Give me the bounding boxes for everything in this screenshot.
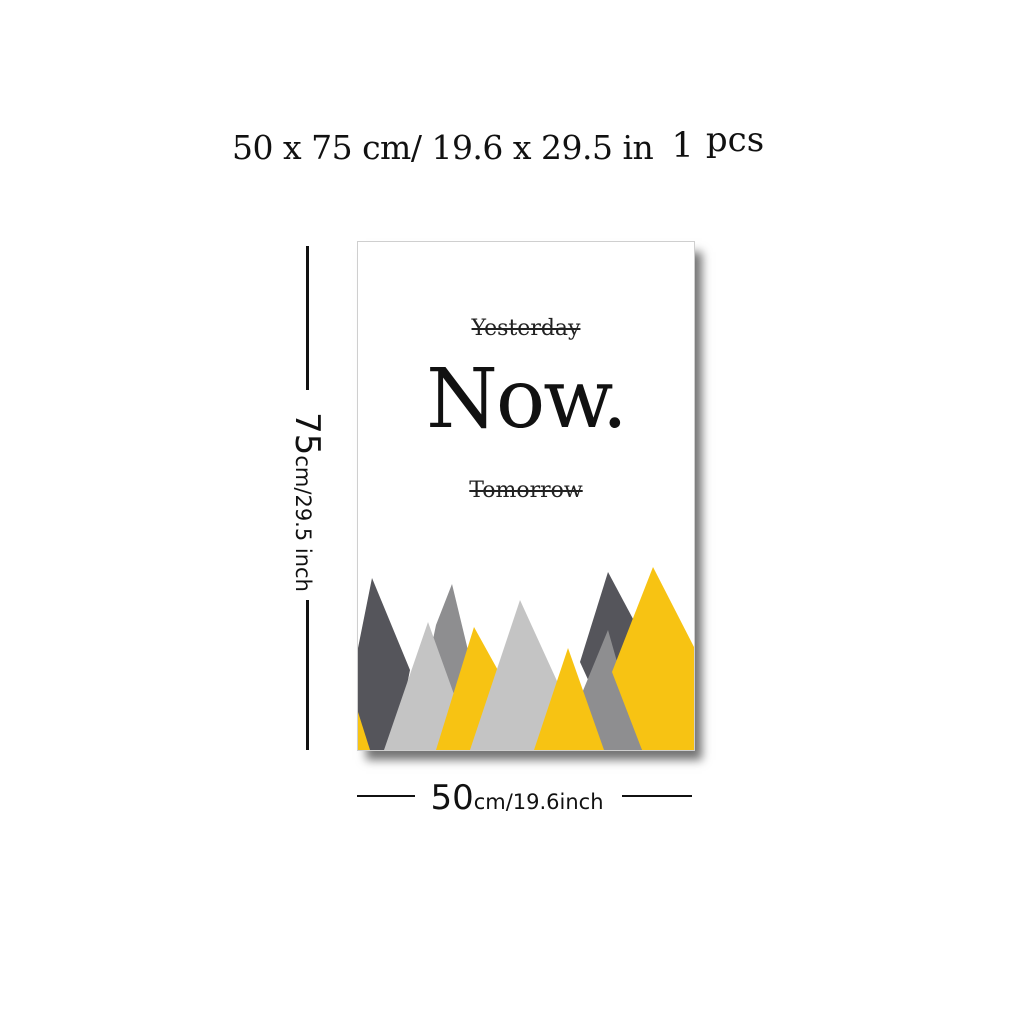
poster-print: Yesterday Now. Tomorrow bbox=[357, 241, 695, 751]
width-measure-line-right bbox=[622, 795, 692, 797]
product-size-title: 50 x 75 cm/ 19.6 x 29.5 in 1 pcs bbox=[232, 120, 832, 178]
height-measure-line-bottom bbox=[306, 600, 309, 750]
width-unit: cm/19.6inch bbox=[473, 790, 604, 814]
width-measure-line-left bbox=[357, 795, 415, 797]
width-number: 50 bbox=[430, 778, 474, 818]
width-label: 50cm/19.6inch bbox=[415, 778, 619, 818]
mountain-pattern bbox=[358, 567, 694, 750]
height-number: 75 bbox=[287, 412, 327, 456]
quantity-number: 1 bbox=[671, 126, 694, 166]
quantity-unit: pcs bbox=[705, 120, 765, 160]
size-text: 50 x 75 cm/ 19.6 x 29.5 in bbox=[232, 128, 654, 167]
height-measure-line-top bbox=[306, 246, 309, 390]
height-unit: cm/29.5 inch bbox=[291, 455, 315, 592]
